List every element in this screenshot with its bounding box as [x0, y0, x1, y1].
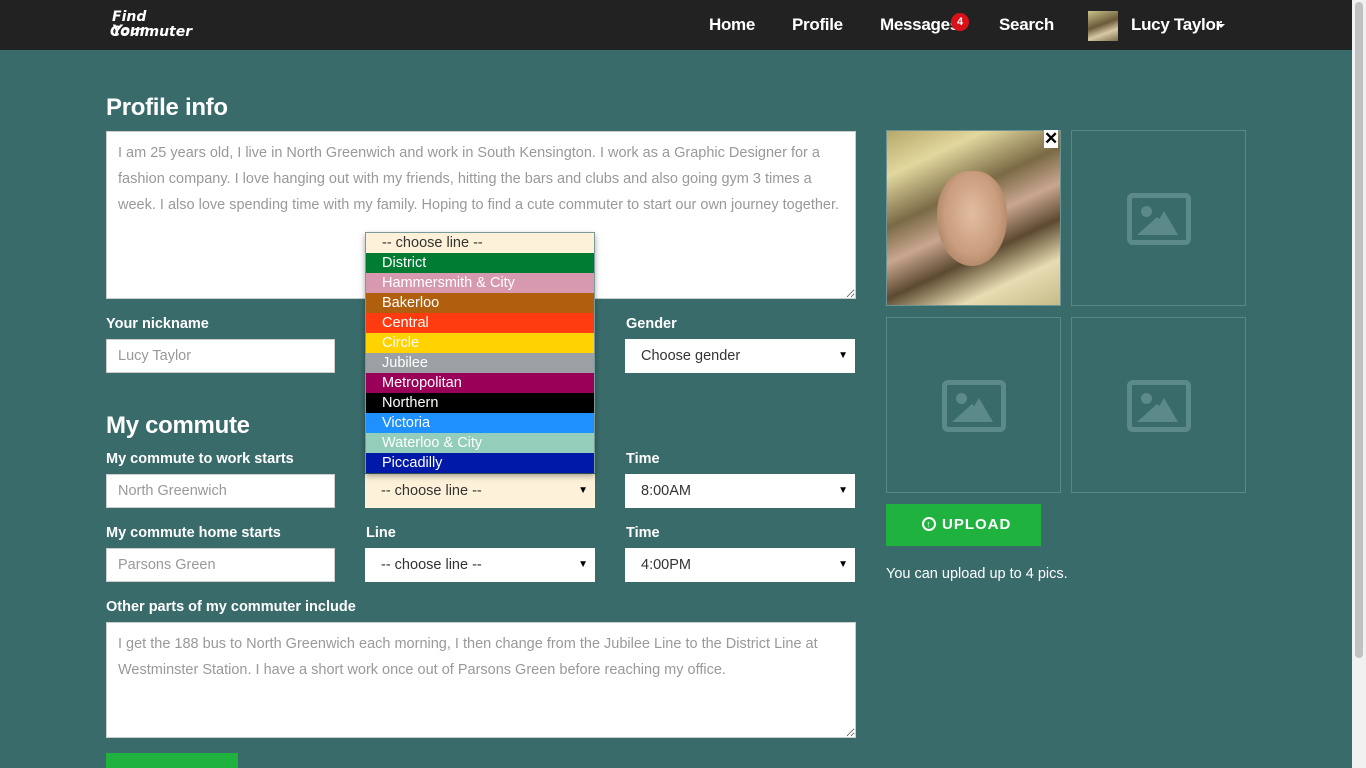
- line-option[interactable]: Circle: [366, 333, 594, 353]
- remove-photo-close-icon[interactable]: ✕: [1044, 130, 1058, 148]
- my-commute-heading: My commute: [106, 412, 250, 439]
- image-placeholder-icon: [1127, 193, 1191, 245]
- home-time-select[interactable]: 4:00PM ▼: [625, 548, 855, 582]
- top-navbar: Find Your Commuter Home Profile Messages…: [0, 0, 1352, 50]
- image-placeholder-icon: [1127, 380, 1191, 432]
- page-scrollbar[interactable]: [1352, 0, 1366, 768]
- photo-slot-3[interactable]: [886, 317, 1061, 493]
- nickname-input[interactable]: Lucy Taylor: [106, 339, 335, 373]
- line-option[interactable]: Hammersmith & City: [366, 273, 594, 293]
- line-dropdown-list: -- choose line -- District Hammersmith & C…: [365, 232, 595, 473]
- work-time-select-value: 8:00AM: [641, 483, 691, 499]
- work-line-select[interactable]: -- choose line -- ▼: [365, 474, 595, 508]
- gender-select-value: Choose gender: [641, 348, 741, 364]
- home-line-select[interactable]: -- choose line -- ▼: [365, 548, 595, 582]
- photo-face: [937, 171, 1007, 266]
- home-start-label: My commute home starts: [106, 525, 281, 541]
- line-option[interactable]: Jubilee: [366, 353, 594, 373]
- find-your-commuter-logo[interactable]: Find Your Commuter: [108, 8, 192, 44]
- upload-arrow-icon: ↑: [922, 517, 936, 531]
- image-placeholder-icon: [942, 380, 1006, 432]
- line-option[interactable]: -- choose line --: [366, 233, 594, 253]
- work-line-select-value: -- choose line --: [381, 483, 482, 499]
- other-commute-label: Other parts of my commuter include: [106, 599, 356, 615]
- line-option[interactable]: Central: [366, 313, 594, 333]
- work-time-label: Time: [626, 451, 660, 467]
- upload-button-label: UPLOAD: [942, 516, 1012, 533]
- line-option[interactable]: Bakerloo: [366, 293, 594, 313]
- home-line-select-value: -- choose line --: [381, 557, 482, 573]
- save-button[interactable]: [106, 753, 238, 768]
- messages-count-badge: 4: [951, 13, 969, 31]
- line-option[interactable]: District: [366, 253, 594, 273]
- gender-select[interactable]: Choose gender ▼: [625, 339, 855, 373]
- user-menu-name[interactable]: Lucy Taylor: [1131, 15, 1222, 35]
- scrollbar-thumb[interactable]: [1355, 2, 1363, 658]
- chevron-down-icon: ▼: [838, 350, 848, 361]
- home-time-select-value: 4:00PM: [641, 557, 691, 573]
- nav-profile[interactable]: Profile: [792, 15, 843, 35]
- home-time-label: Time: [626, 525, 660, 541]
- chevron-down-icon: ▼: [838, 485, 848, 496]
- chevron-down-icon: ▼: [578, 559, 588, 570]
- upload-limit-note: You can upload up to 4 pics.: [886, 566, 1068, 582]
- upload-button[interactable]: ↑ UPLOAD: [886, 504, 1041, 546]
- photo-slot-2[interactable]: [1071, 130, 1246, 306]
- profile-info-heading: Profile info: [106, 94, 228, 121]
- home-line-label: Line: [366, 525, 396, 541]
- nav-home[interactable]: Home: [709, 15, 755, 35]
- profile-photo-1[interactable]: [886, 130, 1061, 306]
- nav-search[interactable]: Search: [999, 15, 1054, 35]
- line-option[interactable]: Metropolitan: [366, 373, 594, 393]
- logo-line-2: Commuter: [110, 24, 193, 40]
- line-option[interactable]: Waterloo & City: [366, 433, 594, 453]
- gender-label: Gender: [626, 316, 677, 332]
- line-option[interactable]: Piccadilly: [366, 453, 594, 473]
- user-menu-caret-icon[interactable]: [1217, 24, 1225, 28]
- line-option[interactable]: Victoria: [366, 413, 594, 433]
- work-start-label: My commute to work starts: [106, 451, 294, 467]
- line-option[interactable]: Northern: [366, 393, 594, 413]
- photo-slot-4[interactable]: [1071, 317, 1246, 493]
- chevron-down-icon: ▼: [578, 485, 588, 496]
- work-start-input[interactable]: North Greenwich: [106, 474, 335, 508]
- work-time-select[interactable]: 8:00AM ▼: [625, 474, 855, 508]
- nickname-label: Your nickname: [106, 316, 209, 332]
- home-start-input[interactable]: Parsons Green: [106, 548, 335, 582]
- other-commute-textarea[interactable]: I get the 188 bus to North Greenwich eac…: [106, 622, 856, 738]
- user-avatar[interactable]: [1088, 11, 1118, 41]
- chevron-down-icon: ▼: [838, 559, 848, 570]
- nav-messages[interactable]: Messages: [880, 15, 959, 35]
